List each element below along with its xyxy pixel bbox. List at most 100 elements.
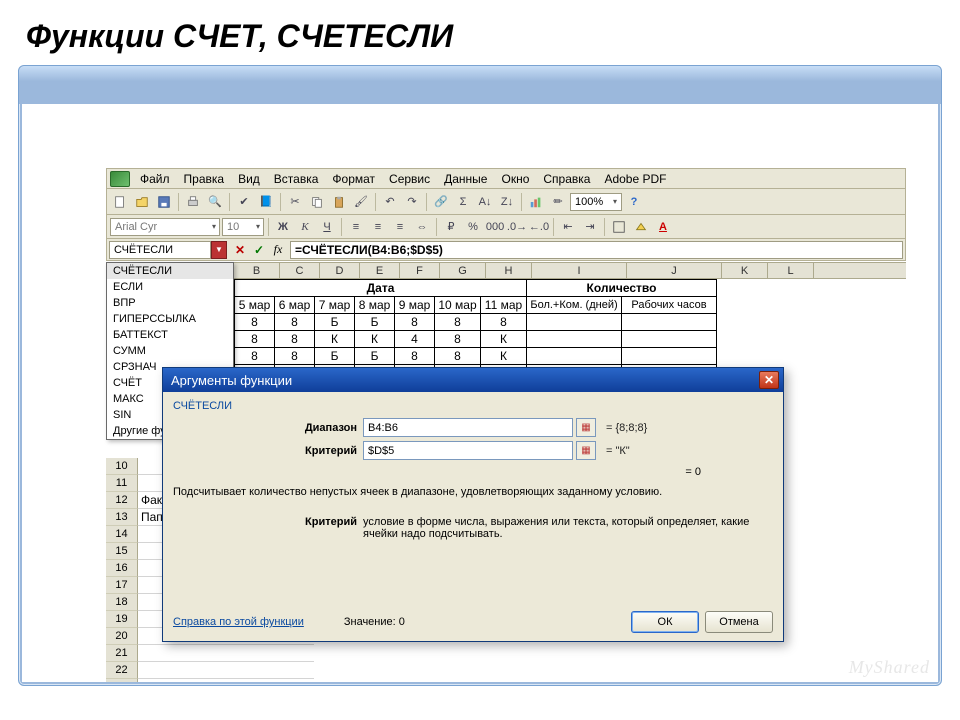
column-header[interactable]: E [360, 263, 400, 278]
menu-edit[interactable]: Правка [177, 170, 232, 188]
data-cell[interactable]: 8 [235, 331, 275, 348]
data-cell[interactable]: 8 [275, 314, 315, 331]
help-icon[interactable]: ? [624, 192, 644, 212]
cancel-button[interactable]: Отмена [705, 611, 773, 633]
criteria-ref-icon[interactable]: ▦ [576, 441, 596, 460]
data-cell[interactable]: 8 [235, 314, 275, 331]
data-cell[interactable] [622, 314, 717, 331]
sort-desc-icon[interactable]: Z↓ [497, 192, 517, 212]
row-header[interactable]: 20 [106, 628, 138, 645]
open-icon[interactable] [132, 192, 152, 212]
data-cell[interactable] [527, 348, 622, 365]
borders-icon[interactable] [609, 217, 629, 237]
merge-icon[interactable]: ⇔ [412, 217, 432, 237]
zoom-combo[interactable]: 100% [570, 193, 622, 211]
currency-icon[interactable]: ₽ [441, 217, 461, 237]
range-ref-icon[interactable]: ▦ [576, 418, 596, 437]
row-header[interactable]: 15 [106, 543, 138, 560]
row-header[interactable]: 13 [106, 509, 138, 526]
align-right-icon[interactable]: ≡ [390, 217, 410, 237]
row-header[interactable]: 10 [106, 458, 138, 475]
column-header[interactable]: J [627, 263, 722, 278]
font-color-icon[interactable]: A [653, 217, 673, 237]
menu-insert[interactable]: Вставка [267, 170, 326, 188]
formatpainter-icon[interactable]: 🖌 [351, 192, 371, 212]
data-cell[interactable]: Б [355, 314, 395, 331]
dialog-help-link[interactable]: Справка по этой функции [173, 616, 304, 628]
func-item[interactable]: ЕСЛИ [107, 279, 233, 295]
row-header[interactable]: 16 [106, 560, 138, 577]
cell[interactable] [138, 645, 234, 662]
preview-icon[interactable]: 🔍 [205, 192, 225, 212]
data-cell[interactable]: 8 [275, 331, 315, 348]
row-header[interactable]: 19 [106, 611, 138, 628]
menu-adobepdf[interactable]: Adobe PDF [597, 170, 673, 188]
data-cell[interactable]: 8 [395, 314, 435, 331]
data-cell[interactable]: 8 [435, 314, 481, 331]
data-cell[interactable]: 8 [481, 314, 527, 331]
dec-indent-icon[interactable]: ⇤ [558, 217, 578, 237]
new-icon[interactable] [110, 192, 130, 212]
data-cell[interactable]: 8 [395, 348, 435, 365]
formula-cancel-icon[interactable]: ✕ [231, 241, 249, 259]
inc-decimal-icon[interactable]: .0→ [507, 217, 527, 237]
column-header[interactable]: G [440, 263, 486, 278]
sort-asc-icon[interactable]: A↓ [475, 192, 495, 212]
menu-file[interactable]: Файл [133, 170, 177, 188]
paste-icon[interactable] [329, 192, 349, 212]
save-icon[interactable] [154, 192, 174, 212]
column-header[interactable]: B [234, 263, 280, 278]
row-header[interactable]: 22 [106, 662, 138, 679]
menu-help[interactable]: Справка [536, 170, 597, 188]
dialog-titlebar[interactable]: Аргументы функции ✕ [163, 368, 783, 392]
column-header[interactable]: D [320, 263, 360, 278]
autosum-icon[interactable]: Σ [453, 192, 473, 212]
formula-input[interactable]: =СЧЁТЕСЛИ(B4:B6;$D$5) [290, 241, 903, 259]
data-cell[interactable]: К [481, 331, 527, 348]
data-cell[interactable]: К [315, 331, 355, 348]
spell-icon[interactable]: ✔ [234, 192, 254, 212]
italic-button[interactable]: К [295, 217, 315, 237]
fill-color-icon[interactable] [631, 217, 651, 237]
menu-tools[interactable]: Сервис [382, 170, 437, 188]
column-header[interactable]: H [486, 263, 532, 278]
name-box[interactable]: СЧЁТЕСЛИ ▼ [109, 241, 211, 259]
column-header[interactable]: C [280, 263, 320, 278]
row-header[interactable]: 23 [106, 679, 138, 682]
data-cell[interactable]: 8 [435, 331, 481, 348]
fx-icon[interactable]: fx [269, 241, 287, 259]
align-center-icon[interactable]: ≡ [368, 217, 388, 237]
comma-icon[interactable]: 000 [485, 217, 505, 237]
row-header[interactable]: 14 [106, 526, 138, 543]
data-cell[interactable]: 8 [235, 348, 275, 365]
undo-icon[interactable]: ↶ [380, 192, 400, 212]
data-cell[interactable]: Б [315, 314, 355, 331]
print-icon[interactable] [183, 192, 203, 212]
menu-view[interactable]: Вид [231, 170, 267, 188]
drawing-icon[interactable]: ✏ [548, 192, 568, 212]
column-header[interactable]: I [532, 263, 627, 278]
data-cell[interactable]: Б [355, 348, 395, 365]
underline-button[interactable]: Ч [317, 217, 337, 237]
data-cell[interactable] [622, 331, 717, 348]
data-cell[interactable]: Б [315, 348, 355, 365]
cell[interactable] [138, 662, 234, 679]
row-header[interactable]: 12 [106, 492, 138, 509]
formula-enter-icon[interactable]: ✓ [250, 241, 268, 259]
data-cell[interactable]: 8 [275, 348, 315, 365]
row-header[interactable]: 11 [106, 475, 138, 492]
func-item[interactable]: ВПР [107, 295, 233, 311]
data-cell[interactable] [622, 348, 717, 365]
func-item[interactable]: ГИПЕРССЫЛКА [107, 311, 233, 327]
font-combo[interactable]: Arial Cyr [110, 218, 220, 236]
percent-icon[interactable]: % [463, 217, 483, 237]
data-cell[interactable]: К [481, 348, 527, 365]
hyperlink-icon[interactable]: 🔗 [431, 192, 451, 212]
chart-icon[interactable] [526, 192, 546, 212]
name-box-dropdown-icon[interactable]: ▼ [211, 241, 227, 259]
menu-data[interactable]: Данные [437, 170, 494, 188]
inc-indent-icon[interactable]: ⇥ [580, 217, 600, 237]
func-item[interactable]: БАТТЕКСТ [107, 327, 233, 343]
criteria-input[interactable]: $D$5 [363, 441, 573, 460]
close-icon[interactable]: ✕ [759, 371, 779, 389]
